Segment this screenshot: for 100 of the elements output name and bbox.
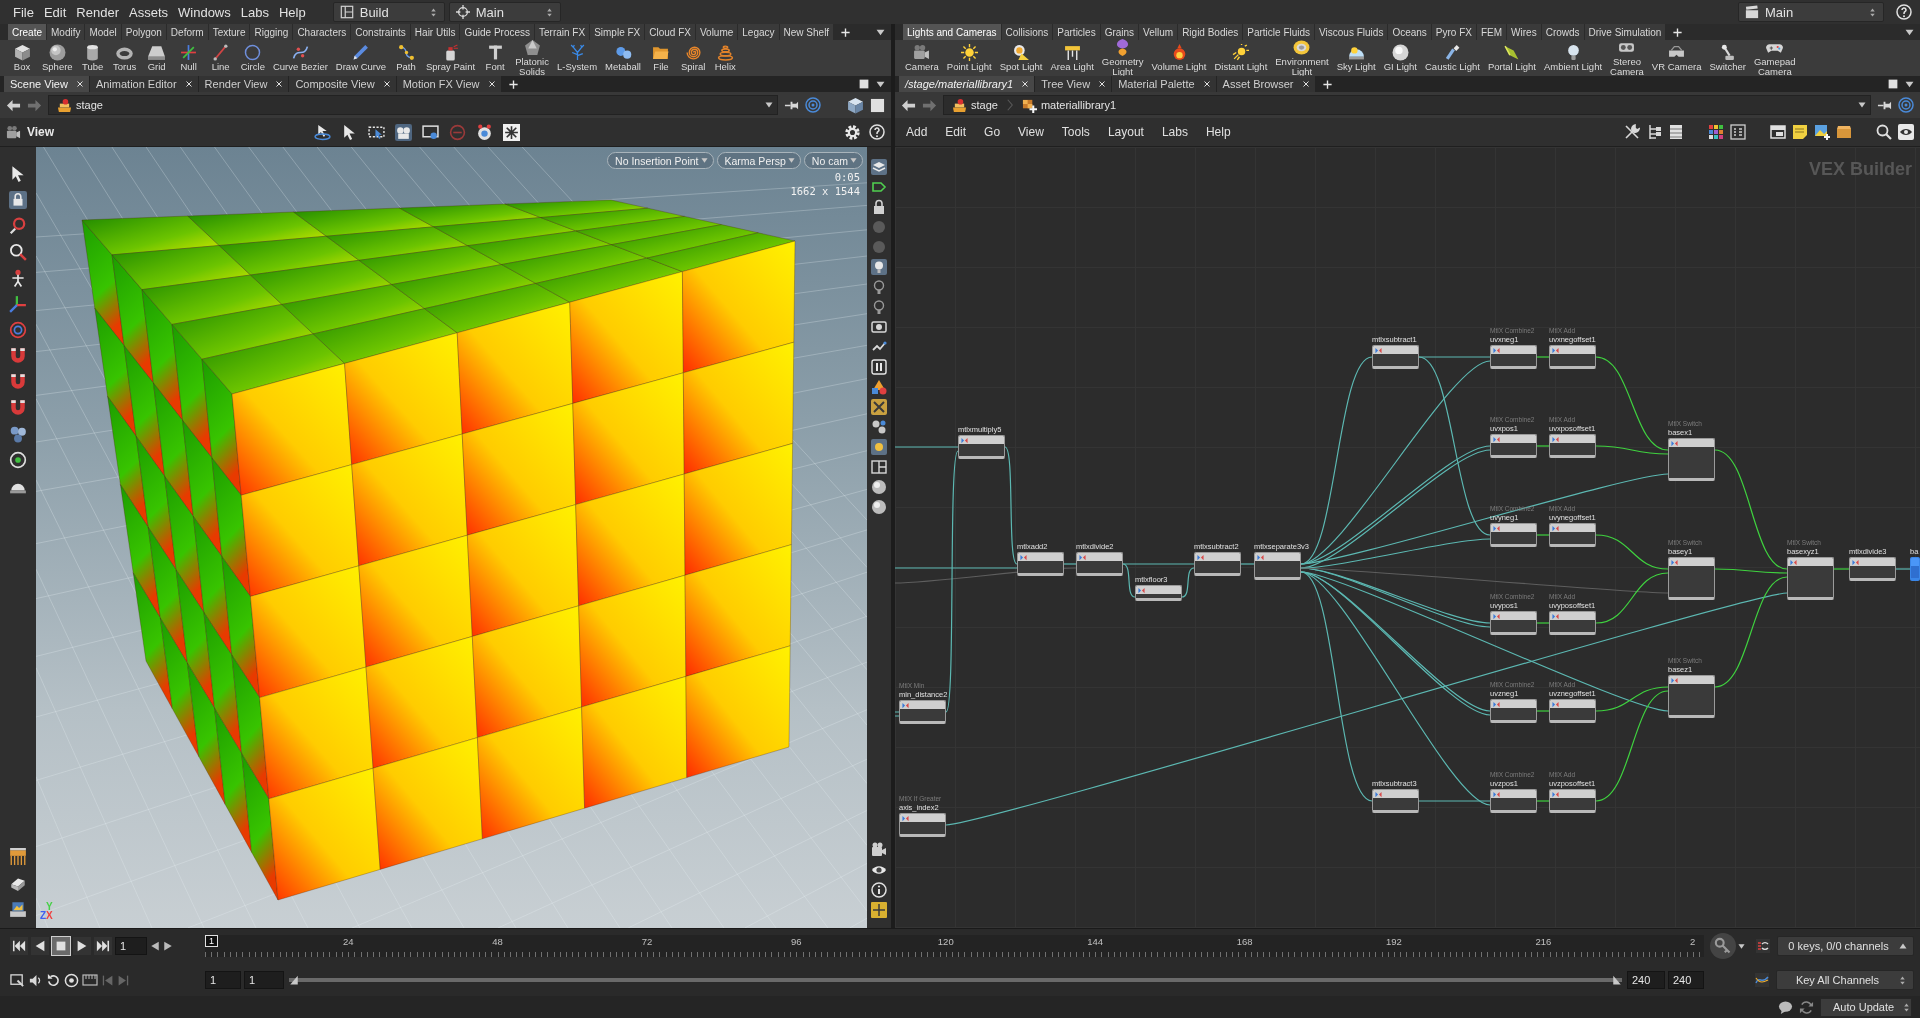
network-node[interactable] — [1490, 434, 1537, 458]
loop-icon[interactable] — [46, 972, 61, 988]
network-node[interactable] — [958, 435, 1005, 459]
help-icon[interactable] — [869, 124, 885, 140]
menu-item[interactable]: Labs — [1156, 125, 1193, 139]
shelf-tab[interactable]: Rigging — [250, 24, 293, 40]
wrench-icon[interactable] — [1624, 124, 1640, 140]
path-field[interactable]: stage — [48, 95, 778, 115]
lens-icon[interactable] — [476, 123, 494, 141]
shelf-tool[interactable]: Line — [206, 40, 235, 76]
cube-icon[interactable] — [847, 96, 864, 114]
pane-tab[interactable]: Motion FX View — [396, 76, 501, 92]
shelf-tool[interactable]: GI Light — [1381, 40, 1419, 76]
key-icon[interactable] — [1710, 933, 1736, 959]
menu-item[interactable]: Render — [71, 2, 124, 22]
menu-item[interactable]: File — [8, 2, 39, 22]
current-range-field[interactable]: 1 — [244, 971, 284, 989]
help-icon[interactable] — [1896, 4, 1912, 20]
shelf-tab[interactable]: Texture — [208, 24, 250, 40]
shelf-tool[interactable]: Torus — [110, 40, 139, 76]
plus-icon[interactable] — [507, 78, 519, 90]
sticky-note-icon[interactable] — [1792, 124, 1808, 140]
network-node[interactable] — [1135, 585, 1182, 601]
shelf-tab[interactable]: Guide Process — [460, 24, 534, 40]
light-bulb-icon[interactable] — [871, 279, 887, 295]
network-node[interactable] — [1076, 552, 1123, 576]
search-icon[interactable] — [1876, 124, 1892, 140]
timeline-ruler[interactable]: 1 24 48 72 96 120 144 168 192 216 2 — [205, 935, 1704, 957]
range-start-handle[interactable] — [289, 975, 299, 985]
shelf-tab[interactable]: Collisions — [1001, 24, 1053, 40]
network-node[interactable] — [1549, 345, 1596, 369]
curve-graph-icon[interactable] — [1754, 972, 1770, 988]
network-node[interactable] — [1849, 557, 1896, 581]
shelf-tab[interactable]: Viscous Fluids — [1315, 24, 1388, 40]
shelf-tool[interactable]: Tube — [78, 40, 107, 76]
pane-tab[interactable]: Scene View — [4, 76, 89, 92]
close-icon[interactable] — [382, 80, 391, 88]
network-node[interactable] — [1017, 552, 1064, 576]
network-node[interactable] — [1668, 557, 1715, 600]
shelf-tab[interactable]: Particles — [1053, 24, 1100, 40]
maximize-icon[interactable] — [859, 79, 869, 89]
comb-brush-icon[interactable] — [9, 848, 27, 866]
shelf-tool[interactable]: Sky Light — [1334, 40, 1378, 76]
shelf-tab[interactable]: Polygon — [121, 24, 166, 40]
network-node[interactable] — [1490, 523, 1537, 547]
play-reverse-icon[interactable] — [31, 937, 49, 955]
viewport-menu[interactable]: No Insertion Point — [607, 152, 714, 169]
path-field[interactable]: stage materiallibrary1 — [943, 95, 1871, 115]
key-mode-dropdown[interactable]: Key All Channels — [1776, 970, 1914, 990]
caret-down-icon[interactable] — [1905, 27, 1914, 37]
shelf-tool[interactable]: Box — [8, 40, 36, 76]
cube-render-drawing[interactable] — [81, 199, 796, 901]
shelf-tool[interactable]: VR Camera — [1649, 40, 1704, 76]
shelf-tool[interactable]: Metaball — [603, 40, 643, 76]
network-node[interactable] — [1910, 557, 1920, 581]
shelf-tool[interactable]: Switcher — [1707, 40, 1748, 76]
shelf-tool[interactable]: Gamepad Camera — [1751, 40, 1798, 76]
view-menu[interactable]: View — [6, 124, 55, 140]
pane-tab[interactable]: /stage/materiallibrary1 — [899, 76, 1035, 92]
menu-item[interactable]: Go — [979, 125, 1006, 139]
lock-icon[interactable] — [9, 191, 27, 209]
plus-icon[interactable] — [1672, 26, 1684, 38]
split-panel-icon[interactable] — [871, 459, 887, 475]
network-node[interactable] — [1490, 611, 1537, 635]
image-add-icon[interactable] — [1814, 124, 1830, 140]
step-forward-icon[interactable] — [163, 941, 173, 951]
network-node[interactable] — [1549, 611, 1596, 635]
shelf-tool[interactable]: Spray Paint — [424, 40, 478, 76]
menu-item[interactable]: View — [1013, 125, 1049, 139]
shelf-tab[interactable]: Wires — [1507, 24, 1541, 40]
shelf-tab[interactable]: Rigid Bodies — [1178, 24, 1243, 40]
grid-tile-icon[interactable] — [871, 902, 887, 918]
shelf-tab[interactable]: Characters — [293, 24, 351, 40]
caret-down-icon[interactable] — [1905, 79, 1914, 89]
sun-tile-icon[interactable] — [871, 439, 887, 455]
network-node[interactable] — [1668, 675, 1715, 718]
picture-icon[interactable] — [9, 900, 27, 918]
network-node[interactable] — [899, 700, 946, 724]
shelf-tool[interactable]: Distant Light — [1212, 40, 1270, 76]
close-icon[interactable] — [184, 80, 193, 88]
menu-item[interactable]: Edit — [940, 125, 972, 139]
shelf-tab[interactable]: Modify — [47, 24, 85, 40]
viewport-menu[interactable]: Karma Persp — [716, 152, 801, 169]
ring-dot-icon[interactable] — [64, 972, 79, 988]
keys-channels-button[interactable]: 0 keys, 0/0 channels — [1777, 936, 1914, 956]
close-icon[interactable] — [75, 80, 84, 88]
network-node[interactable] — [1490, 345, 1537, 369]
3d-viewport[interactable]: No Insertion Point Karma Persp No cam 0:05 1662 x 1544 Y ZX — [36, 147, 867, 928]
camera-tile-icon[interactable] — [395, 123, 413, 141]
menu-item[interactable]: Assets — [124, 2, 173, 22]
menu-item[interactable]: Labs — [235, 2, 274, 22]
skip-back-icon[interactable] — [101, 973, 114, 987]
viewport-menu[interactable]: No cam — [803, 152, 863, 169]
tag-outline-icon[interactable] — [871, 179, 887, 195]
menu-item[interactable]: Edit — [38, 2, 72, 22]
shelf-tab[interactable]: Create — [8, 24, 46, 40]
caret-down-icon[interactable] — [876, 79, 885, 89]
pane-tab[interactable]: Material Palette — [1112, 76, 1216, 92]
close-icon[interactable] — [1098, 80, 1107, 88]
play-icon[interactable] — [73, 937, 91, 955]
